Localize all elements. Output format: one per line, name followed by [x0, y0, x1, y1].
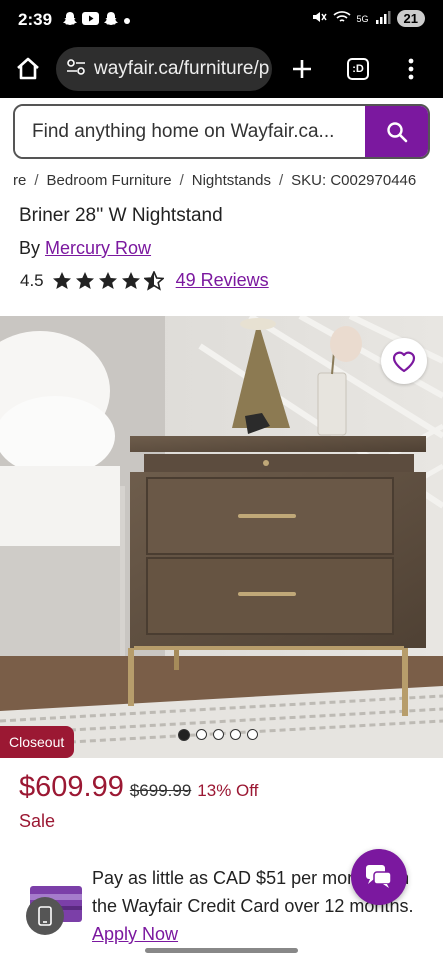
price-row: $609.99 $699.99 13% Off	[19, 771, 258, 804]
carousel-dot[interactable]	[230, 729, 241, 740]
dot-indicator-icon	[123, 13, 131, 28]
status-time: 2:39	[18, 10, 53, 29]
carousel-dot[interactable]	[178, 729, 190, 741]
breadcrumb: re / Bedroom Furniture / Nightstands / S…	[13, 172, 416, 189]
breadcrumb-separator: /	[179, 172, 184, 189]
star-icon	[52, 271, 71, 289]
breadcrumb-separator: /	[34, 172, 39, 189]
by-label: By	[19, 238, 41, 258]
search-button[interactable]	[365, 106, 428, 157]
product-image-carousel[interactable]	[0, 316, 443, 758]
url-bar[interactable]: wayfair.ca/furniture/p	[56, 47, 272, 91]
snapchat-icon	[62, 11, 78, 30]
breadcrumb-sku: SKU: C002970446	[291, 172, 417, 189]
status-bar: 2:39 5G 21	[0, 0, 443, 40]
tab-switcher-button[interactable]: :D	[330, 40, 386, 98]
gesture-nav-handle[interactable]	[145, 948, 298, 953]
rating-row: 4.5 49 Reviews	[20, 270, 269, 291]
browser-menu-button[interactable]	[386, 40, 436, 98]
breadcrumb-separator: /	[278, 172, 284, 189]
carousel-indicators	[178, 729, 258, 741]
brand-link[interactable]: Mercury Row	[45, 238, 151, 258]
current-price: $609.99	[19, 771, 124, 803]
breadcrumb-item[interactable]: re	[13, 172, 26, 189]
sale-label: Sale	[19, 811, 56, 831]
original-price: $699.99	[129, 781, 192, 800]
tab-count: :D	[347, 58, 369, 80]
battery-indicator: 21	[396, 10, 425, 27]
product-title: Briner 28'' W Nightstand	[19, 205, 223, 226]
home-button[interactable]	[0, 40, 56, 98]
product-byline: By Mercury Row	[19, 238, 151, 259]
mute-icon	[311, 9, 327, 28]
new-tab-button[interactable]	[274, 40, 330, 98]
apply-now-link[interactable]: Apply Now	[92, 920, 432, 948]
star-rating	[52, 270, 164, 291]
wifi-icon	[332, 10, 351, 27]
search-bar	[13, 104, 430, 159]
system-status: 5G 21	[311, 9, 425, 28]
closeout-badge: Closeout	[0, 726, 75, 758]
carousel-dot[interactable]	[247, 729, 258, 740]
star-icon	[75, 271, 94, 289]
network-label: 5G	[356, 13, 369, 24]
site-settings-icon[interactable]	[66, 58, 86, 80]
search-icon	[386, 121, 407, 142]
heart-icon	[392, 351, 416, 373]
carousel-dot[interactable]	[196, 729, 207, 740]
star-icon	[121, 271, 140, 289]
notification-icons	[62, 11, 131, 30]
breadcrumb-item[interactable]: Bedroom Furniture	[47, 172, 172, 189]
carousel-dot[interactable]	[213, 729, 224, 740]
rating-value: 4.5	[20, 270, 44, 290]
phone-icon	[38, 906, 52, 926]
chat-icon	[366, 865, 392, 888]
device-button[interactable]	[26, 897, 64, 935]
half-star-icon	[143, 270, 164, 291]
reviews-link[interactable]: 49 Reviews	[176, 270, 269, 291]
product-photo	[0, 316, 443, 758]
chat-button[interactable]	[351, 849, 407, 905]
plus-icon	[293, 60, 311, 78]
browser-toolbar: wayfair.ca/furniture/p :D	[0, 40, 443, 98]
more-vert-icon	[408, 58, 414, 80]
snapchat-icon	[103, 11, 119, 30]
star-icon	[98, 271, 117, 289]
home-icon	[17, 57, 39, 80]
url-text: wayfair.ca/furniture/p	[94, 58, 270, 79]
favorite-button[interactable]	[381, 338, 427, 384]
youtube-icon	[82, 12, 100, 28]
search-input[interactable]	[15, 106, 365, 157]
discount-label: 13% Off	[197, 781, 259, 800]
breadcrumb-item[interactable]: Nightstands	[192, 172, 271, 189]
signal-icon	[375, 10, 391, 27]
